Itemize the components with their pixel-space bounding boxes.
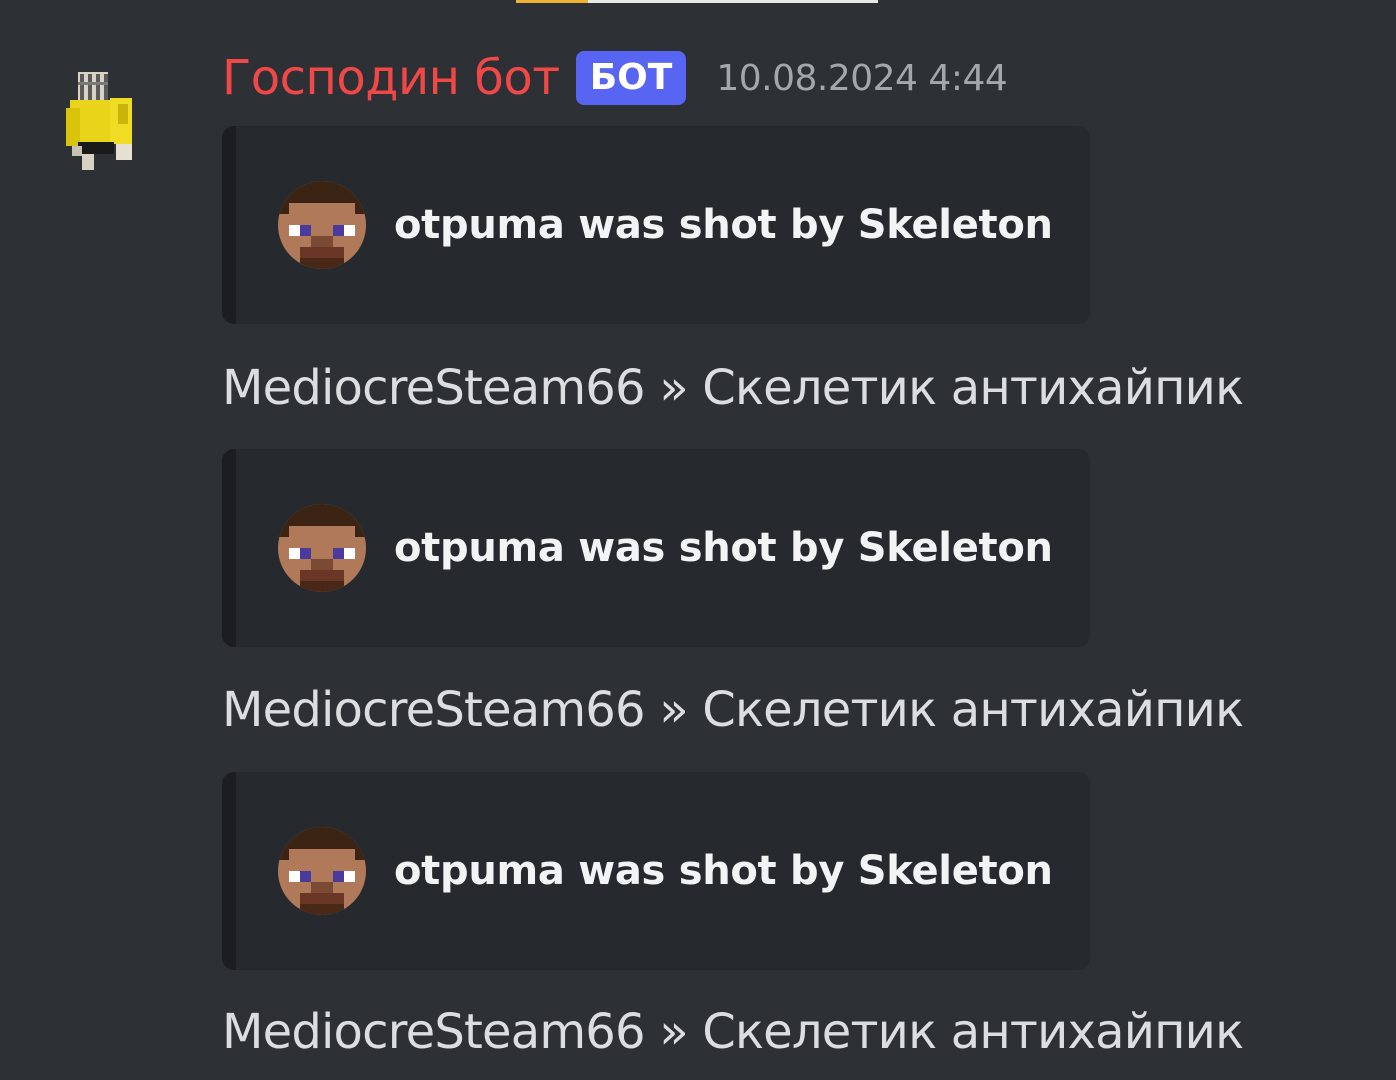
- embed-author-text: otpuma was shot by Skeleton: [394, 525, 1053, 571]
- embed-author-text: otpuma was shot by Skeleton: [394, 202, 1053, 248]
- chat-message: Господин бот БОТ 10.08.2024 4:44 otpuma …: [0, 0, 1396, 1080]
- bot-badge: БОТ: [575, 51, 687, 105]
- embed-accent-bar: [222, 126, 236, 324]
- embed: otpuma was shot by Skeleton: [222, 126, 1090, 324]
- timestamp[interactable]: 10.08.2024 4:44: [716, 58, 1007, 99]
- steve-head-icon: [278, 827, 366, 915]
- steve-head-icon: [278, 181, 366, 269]
- username[interactable]: Господин бот: [222, 50, 560, 106]
- chat-line: MediocreSteam66 » Скелетик антихайпик: [222, 682, 1244, 738]
- minecraft-character-avatar-icon[interactable]: [58, 68, 140, 176]
- steve-head-icon: [278, 504, 366, 592]
- embed: otpuma was shot by Skeleton: [222, 772, 1090, 970]
- embed-accent-bar: [222, 449, 236, 647]
- chat-line: MediocreSteam66 » Скелетик антихайпик: [222, 1004, 1244, 1060]
- chat-line: MediocreSteam66 » Скелетик антихайпик: [222, 360, 1244, 416]
- embed-accent-bar: [222, 772, 236, 970]
- message-header: Господин бот БОТ 10.08.2024 4:44: [222, 46, 1008, 110]
- embed-author-text: otpuma was shot by Skeleton: [394, 848, 1053, 894]
- embed: otpuma was shot by Skeleton: [222, 449, 1090, 647]
